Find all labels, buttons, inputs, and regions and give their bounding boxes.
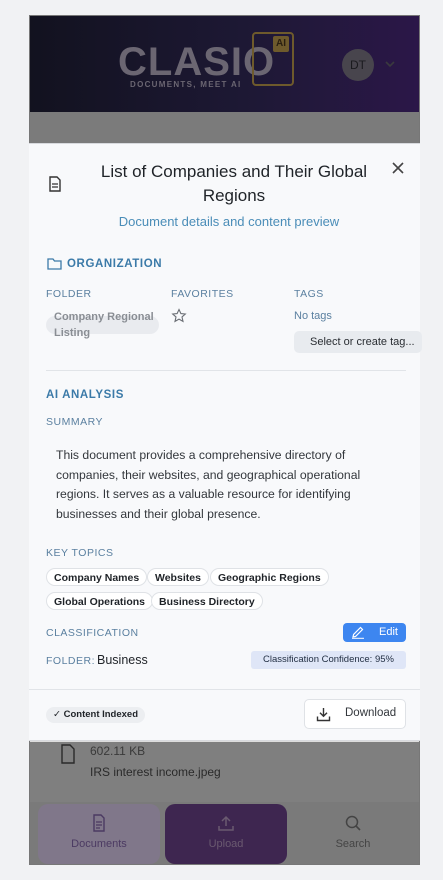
- logo-badge: AI: [252, 32, 294, 86]
- logo-tagline: DOCUMENTS, MEET AI: [130, 80, 242, 89]
- nav-upload-label: Upload: [208, 838, 244, 850]
- modal-subtitle: Document details and content preview: [118, 214, 340, 229]
- pencil-icon: [352, 626, 364, 639]
- nav-upload[interactable]: Upload: [165, 804, 287, 864]
- download-icon: [316, 708, 331, 722]
- document-icon: [49, 176, 61, 192]
- folder-label: FOLDER: [46, 288, 92, 300]
- classification-folder-key: FOLDER:: [46, 655, 96, 667]
- modal-title: List of Companies and Their Global Regio…: [100, 162, 368, 205]
- app-logo: CLASIO DOCUMENTS, MEET AI AI: [118, 32, 298, 92]
- file-size: 602.11 KB: [90, 744, 146, 758]
- folder-icon: [47, 258, 62, 270]
- footer-divider: [29, 689, 420, 690]
- confidence-badge: Classification Confidence: 95%: [251, 651, 406, 669]
- tags-label: TAGS: [294, 288, 324, 300]
- summary-label: SUMMARY: [46, 416, 103, 428]
- content-indexed-badge: ✓ Content Indexed: [46, 707, 146, 723]
- tags-value: No tags: [294, 310, 332, 322]
- file-icon: [61, 744, 75, 764]
- upload-icon: [218, 815, 234, 831]
- classification-folder-value: Business: [97, 653, 148, 667]
- logo-badge-label: AI: [273, 36, 289, 52]
- nav-documents[interactable]: Documents: [38, 804, 160, 864]
- document-details-modal: List of Companies and Their Global Regio…: [29, 143, 422, 741]
- nav-search-label: Search: [335, 838, 371, 850]
- tag-select-input[interactable]: Select or create tag...: [294, 331, 422, 353]
- topic-chip: Websites: [147, 568, 209, 586]
- nav-documents-label: Documents: [71, 838, 127, 850]
- topic-chip: Global Operations: [46, 592, 154, 610]
- file-list-item[interactable]: [30, 742, 419, 802]
- user-avatar[interactable]: DT: [342, 49, 374, 81]
- classification-label: CLASSIFICATION: [46, 627, 139, 639]
- close-icon[interactable]: [390, 160, 406, 176]
- chevron-down-icon[interactable]: [384, 58, 396, 70]
- topic-chip: Business Directory: [151, 592, 263, 610]
- organization-heading: ORGANIZATION: [67, 258, 163, 270]
- download-button[interactable]: Download: [304, 699, 406, 729]
- divider: [46, 370, 406, 371]
- ai-analysis-heading: AI ANALYSIS: [46, 389, 124, 401]
- favorites-label: FAVORITES: [171, 288, 234, 300]
- bottom-nav: Documents Upload Search: [30, 802, 419, 864]
- document-icon: [93, 814, 105, 832]
- topic-chip: Geographic Regions: [210, 568, 329, 586]
- nav-search[interactable]: Search: [292, 804, 414, 864]
- file-name[interactable]: IRS interest income.jpeg: [90, 765, 221, 779]
- edit-button[interactable]: Edit: [343, 623, 406, 642]
- summary-text: This document provides a comprehensive d…: [56, 448, 361, 522]
- download-label: Download: [345, 707, 397, 719]
- edit-button-label: Edit: [379, 626, 398, 638]
- key-topics-label: KEY TOPICS: [46, 547, 114, 559]
- folder-value: Company Regional Listing: [54, 311, 154, 339]
- topic-chip: Company Names: [46, 568, 148, 586]
- star-icon[interactable]: [171, 308, 187, 324]
- search-icon: [345, 815, 361, 831]
- app-header: CLASIO DOCUMENTS, MEET AI AI DT: [30, 16, 419, 112]
